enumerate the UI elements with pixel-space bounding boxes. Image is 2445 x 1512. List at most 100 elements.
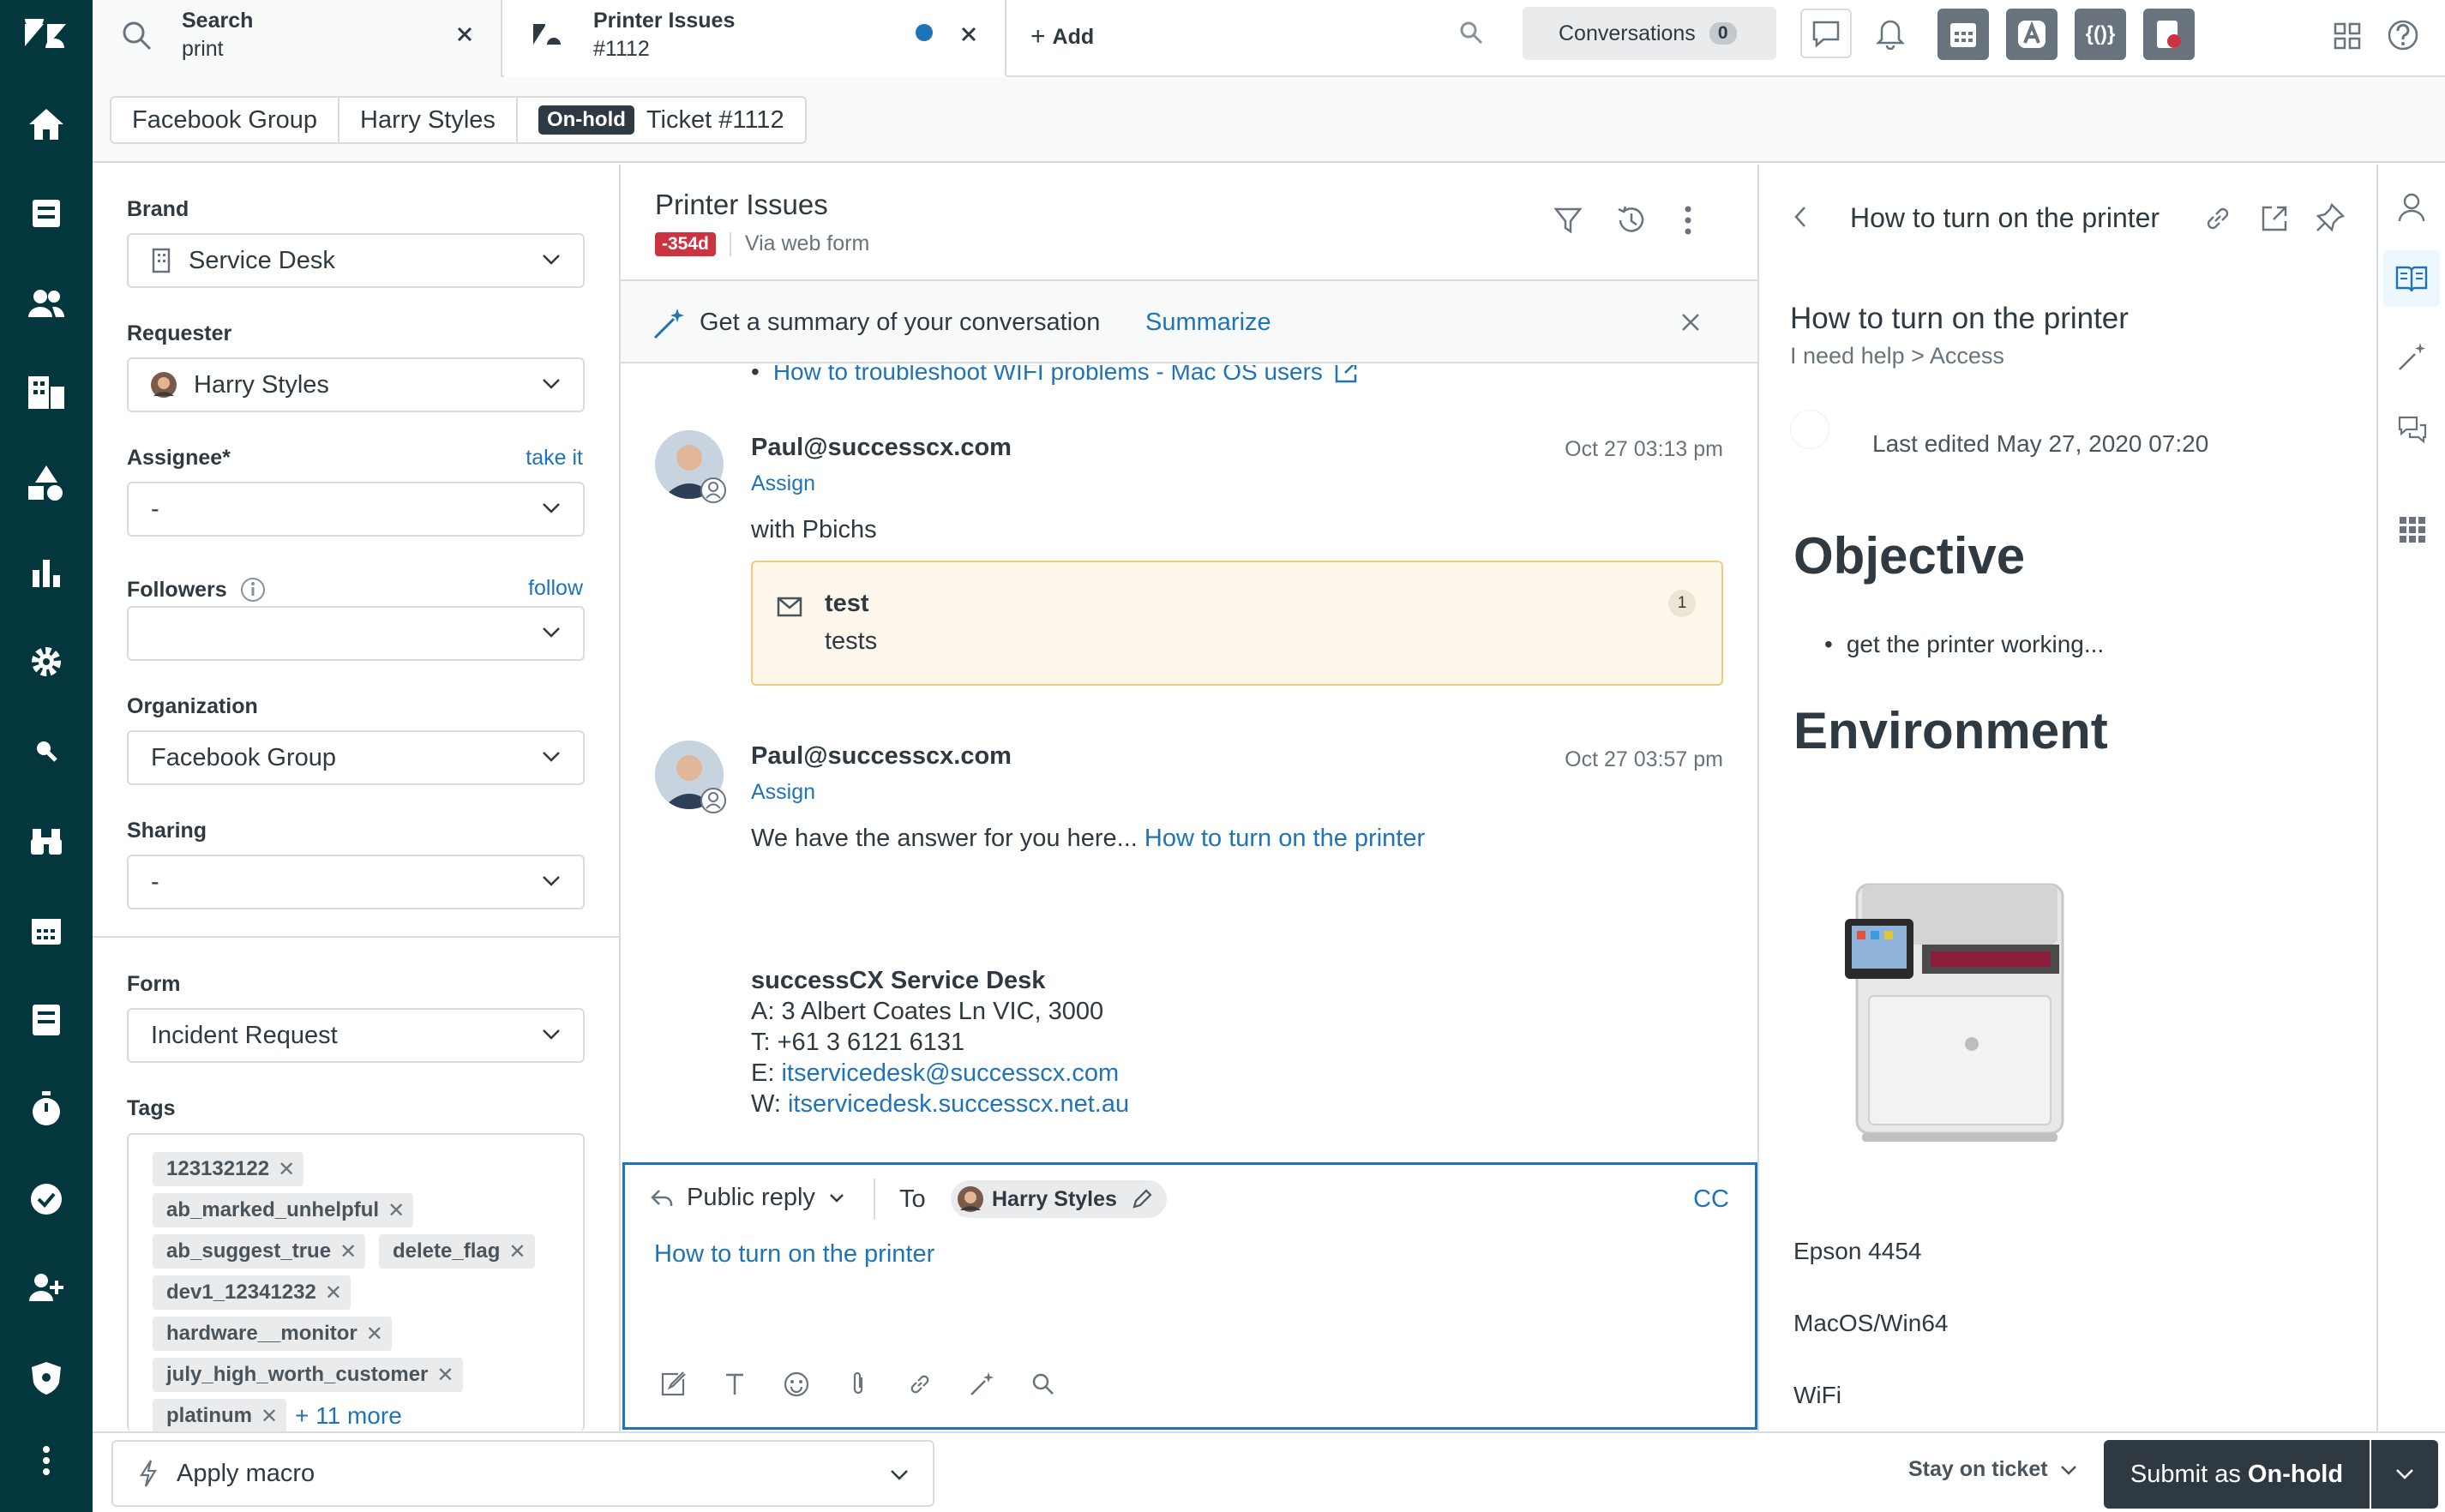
- notifications-bell-icon[interactable]: [1876, 19, 1905, 50]
- link-icon[interactable]: [906, 1371, 934, 1398]
- submit-options-button[interactable]: [2371, 1440, 2438, 1509]
- tag-chip[interactable]: dev1_12341232 ✕: [153, 1275, 351, 1310]
- calendar-icon[interactable]: [22, 906, 70, 954]
- reply-mode-select[interactable]: Public reply: [651, 1184, 844, 1212]
- assign-link[interactable]: Assign: [751, 780, 815, 805]
- timer-icon[interactable]: [22, 1085, 70, 1133]
- signature-email-link[interactable]: itservicedesk@successcx.com: [781, 1059, 1119, 1087]
- remove-tag-icon[interactable]: ✕: [278, 1157, 295, 1182]
- search-app-icon[interactable]: [22, 727, 70, 775]
- tag-chip[interactable]: ab_marked_unhelpful ✕: [153, 1193, 414, 1227]
- home-icon[interactable]: [22, 100, 70, 148]
- recipient-chip[interactable]: Harry Styles: [951, 1180, 1167, 1218]
- sharing-select[interactable]: -: [127, 855, 585, 909]
- close-tab-icon[interactable]: [456, 26, 473, 43]
- binoculars-icon[interactable]: [22, 817, 70, 865]
- apply-macro-select[interactable]: Apply macro: [111, 1440, 934, 1507]
- open-external-icon[interactable]: [2260, 204, 2289, 233]
- zendesk-logo-icon[interactable]: [22, 10, 70, 58]
- tab-ticket[interactable]: Printer Issues #1112: [504, 0, 1006, 77]
- pin-icon[interactable]: [2315, 202, 2346, 233]
- settings-gear-icon[interactable]: [22, 638, 70, 686]
- products-grid-icon[interactable]: [2334, 22, 2361, 50]
- remove-tag-icon[interactable]: ✕: [436, 1363, 454, 1388]
- add-tab-button[interactable]: + Add: [1030, 22, 1094, 51]
- close-tab-icon[interactable]: [960, 26, 977, 43]
- tab-search[interactable]: Search print: [93, 0, 502, 77]
- magic-wand-icon[interactable]: [968, 1371, 995, 1398]
- tag-chip[interactable]: 123132122 ✕: [153, 1152, 304, 1186]
- app-a-icon[interactable]: [2006, 9, 2058, 60]
- followers-select[interactable]: [127, 606, 585, 661]
- previous-article-link[interactable]: • How to troubleshoot WIFI problems - Ma…: [751, 365, 1359, 386]
- views-icon[interactable]: [22, 189, 70, 237]
- more-options-icon[interactable]: [1684, 206, 1692, 235]
- add-user-icon[interactable]: [22, 1264, 70, 1312]
- author-name[interactable]: Paul@successcx.com: [751, 742, 1012, 771]
- help-icon[interactable]: [2387, 19, 2419, 51]
- form-select[interactable]: Incident Request: [127, 1008, 585, 1063]
- emoji-icon[interactable]: [783, 1371, 810, 1398]
- tag-chip[interactable]: ab_suggest_true ✕: [153, 1234, 366, 1269]
- organization-select[interactable]: Facebook Group: [127, 730, 585, 785]
- cc-button[interactable]: CC: [1693, 1185, 1729, 1214]
- search-icon[interactable]: [1030, 1371, 1057, 1398]
- conversations-icon[interactable]: [2397, 415, 2428, 446]
- apps-grid-icon[interactable]: [2399, 516, 2426, 543]
- signature-web-link[interactable]: itservicedesk.successcx.net.au: [788, 1090, 1129, 1118]
- knowledge-tab[interactable]: [2383, 250, 2440, 307]
- composer-content[interactable]: How to turn on the printer: [654, 1240, 934, 1269]
- remove-tag-icon[interactable]: ✕: [387, 1198, 405, 1223]
- customers-icon[interactable]: [22, 279, 70, 327]
- history-icon[interactable]: [1615, 204, 1648, 237]
- tag-chip[interactable]: delete_flag ✕: [379, 1234, 535, 1269]
- tag-chip[interactable]: hardware__monitor ✕: [153, 1317, 392, 1351]
- verified-badge-icon[interactable]: [22, 1175, 70, 1223]
- breadcrumb-ticket[interactable]: On-hold Ticket #1112: [518, 98, 805, 142]
- requester-select[interactable]: Harry Styles: [127, 357, 585, 412]
- calendar-app-icon[interactable]: [1937, 9, 1989, 60]
- tag-chip[interactable]: july_high_worth_customer ✕: [153, 1358, 463, 1392]
- link-icon[interactable]: [2203, 204, 2232, 233]
- remove-tag-icon[interactable]: ✕: [261, 1404, 278, 1429]
- follow-link[interactable]: follow: [528, 576, 583, 601]
- author-name[interactable]: Paul@successcx.com: [751, 434, 1012, 462]
- security-shield-icon[interactable]: [22, 1354, 70, 1402]
- text-format-icon[interactable]: [721, 1371, 748, 1398]
- attachment-icon[interactable]: [844, 1371, 872, 1398]
- magic-wand-icon[interactable]: [2397, 341, 2428, 372]
- record-app-icon[interactable]: [2143, 9, 2195, 60]
- ticket-title[interactable]: Printer Issues: [655, 189, 828, 221]
- more-tags-link[interactable]: + 11 more: [295, 1402, 402, 1430]
- global-search-icon[interactable]: [1459, 21, 1483, 45]
- code-app-icon[interactable]: {()}: [2075, 9, 2126, 60]
- reporting-icon[interactable]: [22, 548, 70, 596]
- remove-tag-icon[interactable]: ✕: [339, 1239, 357, 1264]
- take-it-link[interactable]: take it: [526, 446, 583, 471]
- tags-input[interactable]: 123132122 ✕ ab_marked_unhelpful ✕ ab_sugge…: [127, 1133, 585, 1433]
- assign-link[interactable]: Assign: [751, 471, 815, 496]
- filter-icon[interactable]: [1553, 206, 1583, 235]
- conversations-button[interactable]: Conversations 0: [1523, 7, 1776, 60]
- submit-button[interactable]: Submit as On-hold: [2104, 1440, 2370, 1509]
- breadcrumb-requester[interactable]: Harry Styles: [339, 98, 518, 142]
- remove-tag-icon[interactable]: ✕: [508, 1239, 526, 1264]
- remove-tag-icon[interactable]: ✕: [366, 1322, 383, 1347]
- close-icon[interactable]: [1680, 312, 1701, 333]
- brand-select[interactable]: Service Desk: [127, 233, 585, 288]
- more-icon[interactable]: [22, 1437, 70, 1485]
- compose-icon[interactable]: [659, 1371, 687, 1398]
- stay-on-ticket-select[interactable]: Stay on ticket: [1908, 1457, 2077, 1482]
- article-link[interactable]: How to turn on the printer: [1144, 825, 1425, 852]
- edit-pencil-icon[interactable]: [1131, 1188, 1153, 1210]
- chat-icon[interactable]: [1800, 9, 1852, 58]
- assignee-select[interactable]: -: [127, 482, 585, 537]
- breadcrumb-organization[interactable]: Facebook Group: [111, 98, 340, 142]
- forms-icon[interactable]: [22, 996, 70, 1044]
- organizations-icon[interactable]: [22, 369, 70, 417]
- customer-context-icon[interactable]: [2397, 192, 2426, 223]
- tag-chip[interactable]: platinum ✕: [153, 1399, 287, 1433]
- remove-tag-icon[interactable]: ✕: [325, 1281, 342, 1305]
- back-chevron-icon[interactable]: [1793, 206, 1807, 228]
- summarize-button[interactable]: Summarize: [1145, 309, 1271, 337]
